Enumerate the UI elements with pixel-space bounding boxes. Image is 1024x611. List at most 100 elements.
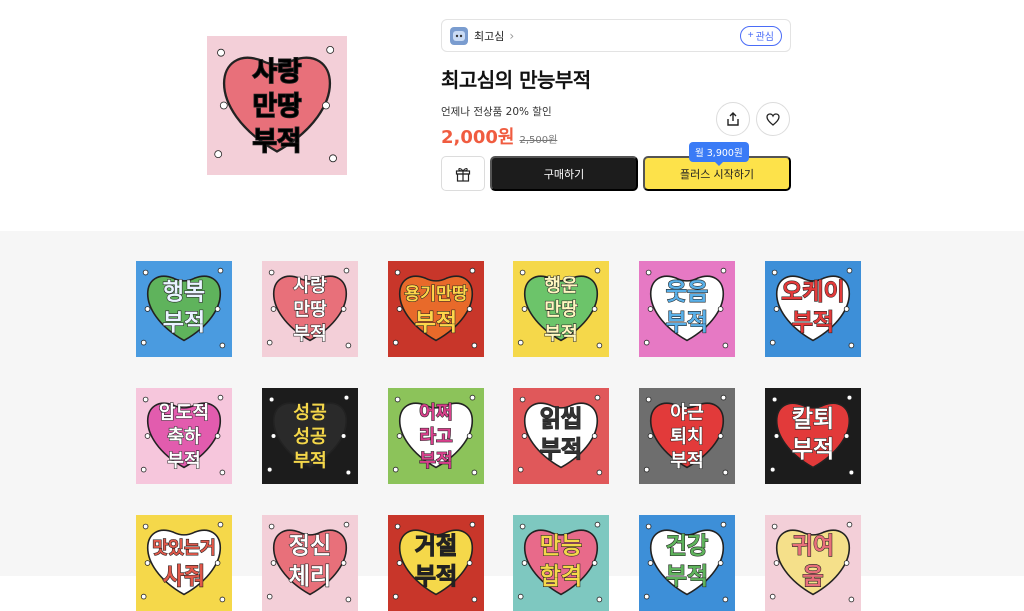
sticker-tile[interactable]: 오케이 부적 xyxy=(765,261,861,357)
follow-label: 관심 xyxy=(755,32,774,43)
sparkle-decoration xyxy=(345,596,352,603)
sparkle-decoration xyxy=(521,306,528,312)
sticker-tile[interactable]: 만능 합격 xyxy=(513,515,609,611)
gift-button[interactable] xyxy=(441,156,485,191)
sticker-tile[interactable]: 야근 퇴치 부적 xyxy=(639,388,735,484)
sticker-text-line: 부적 xyxy=(293,451,327,472)
sparkle-decoration xyxy=(717,433,724,439)
sparkle-decoration xyxy=(471,469,478,476)
sparkle-decoration xyxy=(720,394,727,401)
sticker-tile[interactable]: 행운 만땅 부적 xyxy=(513,261,609,357)
sticker-text-line: 라고 xyxy=(419,427,453,448)
artist-name[interactable]: 최고심 xyxy=(474,28,504,44)
sticker-tile[interactable]: 정신 체리 xyxy=(262,515,358,611)
sparkle-decoration xyxy=(214,433,221,439)
sparkle-decoration xyxy=(340,560,347,566)
sparkle-decoration xyxy=(717,306,724,312)
share-button[interactable] xyxy=(716,102,750,136)
sparkle-decoration xyxy=(519,523,526,530)
sticker-tile[interactable]: 행복 부적 xyxy=(136,261,232,357)
sparkle-decoration xyxy=(643,339,650,346)
sparkle-decoration xyxy=(219,469,226,476)
sparkle-decoration xyxy=(469,521,476,528)
sparkle-decoration xyxy=(645,396,652,403)
sticker-image: 어쩌라고부적 xyxy=(388,388,484,484)
sparkle-decoration xyxy=(517,339,524,346)
sparkle-decoration xyxy=(142,269,149,276)
sparkle-decoration xyxy=(140,466,147,473)
sticker-tile[interactable]: 맛있는거 사줘 xyxy=(136,515,232,611)
sparkle-decoration xyxy=(466,560,473,566)
sticker-image: 거절부적 xyxy=(388,515,484,611)
sticker-tile[interactable]: 읽씹 부적 xyxy=(513,388,609,484)
sparkle-decoration xyxy=(645,269,652,276)
sparkle-decoration xyxy=(769,593,776,600)
sticker-tile[interactable]: 칼퇴 부적 xyxy=(765,388,861,484)
sparkle-decoration xyxy=(217,267,224,274)
sticker-tile[interactable]: 압도적 축하 부적 xyxy=(136,388,232,484)
sticker-text-line: 부적 xyxy=(415,310,457,336)
sticker-text-line: 퇴치 xyxy=(670,427,704,448)
sparkle-decoration xyxy=(519,396,526,403)
sparkle-decoration xyxy=(517,466,524,473)
share-icon xyxy=(727,112,739,126)
sticker-text-line: 야근 xyxy=(670,403,704,424)
sticker-tile[interactable]: 건강 부적 xyxy=(639,515,735,611)
sparkle-decoration xyxy=(843,433,850,439)
sticker-tile[interactable]: 용기만땅 부적 xyxy=(388,261,484,357)
sticker-tile[interactable]: 웃음 부적 xyxy=(639,261,735,357)
sticker-tile[interactable]: 거절부적 xyxy=(388,515,484,611)
sticker-tile[interactable]: 사랑 만땅 부적 xyxy=(262,261,358,357)
sticker-text-line: 행복 xyxy=(163,279,205,305)
sparkle-decoration xyxy=(144,306,151,312)
like-button[interactable] xyxy=(756,102,790,136)
sticker-text-line: 사줘 xyxy=(163,564,205,590)
sparkle-decoration xyxy=(846,394,853,401)
chevron-right-icon: › xyxy=(509,28,515,43)
sticker-text-line: 부적 xyxy=(419,451,453,472)
sticker-text-line: 읽씹 xyxy=(540,406,582,432)
sparkle-decoration xyxy=(722,342,729,349)
sparkle-decoration xyxy=(329,154,337,163)
sticker-text-line: 부적 xyxy=(666,310,708,336)
sparkle-decoration xyxy=(140,339,147,346)
sticker-text-line: 부적 xyxy=(293,324,327,345)
original-price: 2,500원 xyxy=(519,135,558,146)
sparkle-decoration xyxy=(773,433,780,439)
sticker-grid-section: 행복 부적 사랑 만땅 부적 용기만땅 부적 행운 만땅 부적 웃음 부적 오케이 부적 압도적 축하 부적 성공… xyxy=(0,231,1024,611)
sparkle-decoration xyxy=(591,560,598,566)
buy-button[interactable]: 구매하기 xyxy=(490,156,638,191)
plus-price-tooltip: 월 3,900원 xyxy=(689,142,749,166)
sparkle-decoration xyxy=(591,306,598,312)
sticker-text-line: 압도적 xyxy=(159,403,209,424)
sparkle-decoration xyxy=(720,267,727,274)
sale-price: 2,000원 xyxy=(441,127,515,148)
sparkle-decoration xyxy=(466,433,473,439)
sparkle-decoration xyxy=(471,596,478,603)
sticker-tile[interactable]: 성공 성공 부적 xyxy=(262,388,358,484)
sparkle-decoration xyxy=(722,596,729,603)
product-header: 사랑 만땅 부적 최고심 › + 관심 최고심의 만능부적 언제나 전상품 20% … xyxy=(0,0,1024,231)
sparkle-decoration xyxy=(140,593,147,600)
sparkle-decoration xyxy=(521,560,528,566)
sticker-tile[interactable]: 귀여 움 xyxy=(765,515,861,611)
sparkle-decoration xyxy=(594,267,601,274)
sparkle-decoration xyxy=(142,396,149,403)
sparkle-decoration xyxy=(396,433,403,439)
sticker-tile[interactable]: 어쩌 라고 부적 xyxy=(388,388,484,484)
sticker-text-line: 거절 xyxy=(415,533,457,559)
sparkle-decoration xyxy=(217,394,224,401)
sparkle-decoration xyxy=(471,342,478,349)
sticker-text-line: 부적 xyxy=(415,564,457,590)
follow-button[interactable]: + 관심 xyxy=(739,25,782,46)
sparkle-decoration xyxy=(394,269,401,276)
artist-bar[interactable]: 최고심 › + 관심 xyxy=(441,19,791,52)
sparkle-decoration xyxy=(392,466,399,473)
sparkle-decoration xyxy=(266,593,273,600)
sticker-image: 행운만땅부적 xyxy=(513,261,609,357)
hero-sticker-image: 사랑만땅부적 xyxy=(207,36,347,175)
sparkle-decoration xyxy=(521,433,528,439)
sticker-text-line: 체리 xyxy=(289,564,331,590)
sparkle-decoration xyxy=(594,521,601,528)
sparkle-decoration xyxy=(322,101,330,110)
